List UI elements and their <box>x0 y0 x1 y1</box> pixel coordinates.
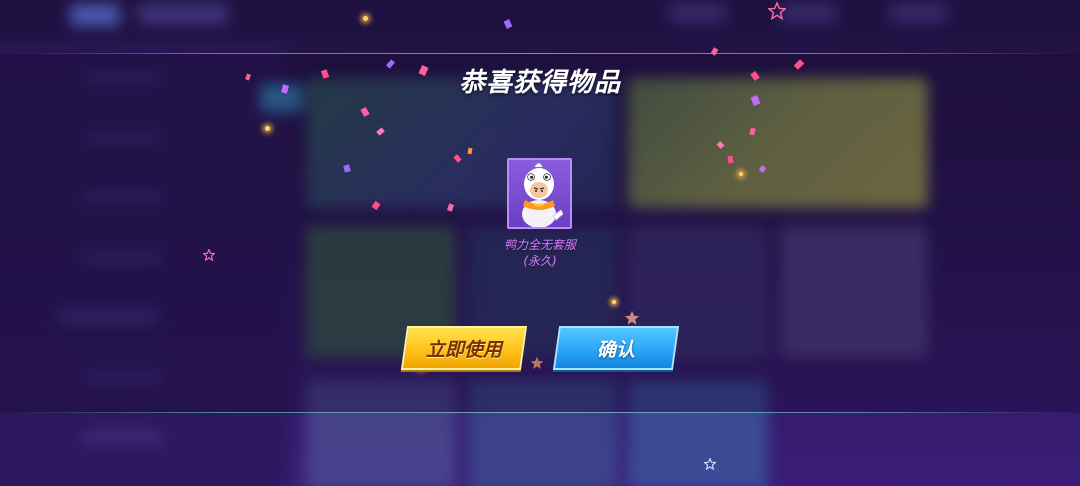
star-icon <box>704 458 716 470</box>
confirm-button[interactable]: 确认 <box>552 326 680 370</box>
background-title <box>138 4 228 24</box>
background-logo <box>70 4 120 26</box>
background-resource <box>668 2 728 24</box>
duck-costume-icon <box>522 163 564 227</box>
sparkle <box>265 126 270 131</box>
star-icon <box>530 356 544 369</box>
background-top-bar <box>0 0 1080 40</box>
star-icon <box>203 249 215 261</box>
star-icon <box>768 2 786 20</box>
confirm-button-label: 确认 <box>596 338 635 361</box>
reward-item-card[interactable] <box>507 158 572 229</box>
use-now-button[interactable]: 立即使用 <box>400 326 528 370</box>
use-now-button-label: 立即使用 <box>425 338 502 361</box>
item-duration: (永久) <box>523 254 557 268</box>
background-sidebar-item <box>83 430 163 444</box>
dialog-title: 恭喜获得物品 <box>458 68 621 98</box>
background-resource <box>888 2 948 24</box>
background-resource <box>778 2 838 24</box>
divider-top <box>0 53 1080 54</box>
game-screen: 恭喜获得物品 鸭力全无套服 (永久) 立即使用 确认 <box>0 0 1080 486</box>
sparkle <box>363 16 368 21</box>
item-name: 鸭力全无套服 <box>503 238 576 252</box>
confetti-piece <box>727 155 734 164</box>
star-icon <box>624 310 640 325</box>
divider-bottom <box>0 412 1080 413</box>
sparkle <box>739 172 743 176</box>
sparkle <box>612 300 616 304</box>
